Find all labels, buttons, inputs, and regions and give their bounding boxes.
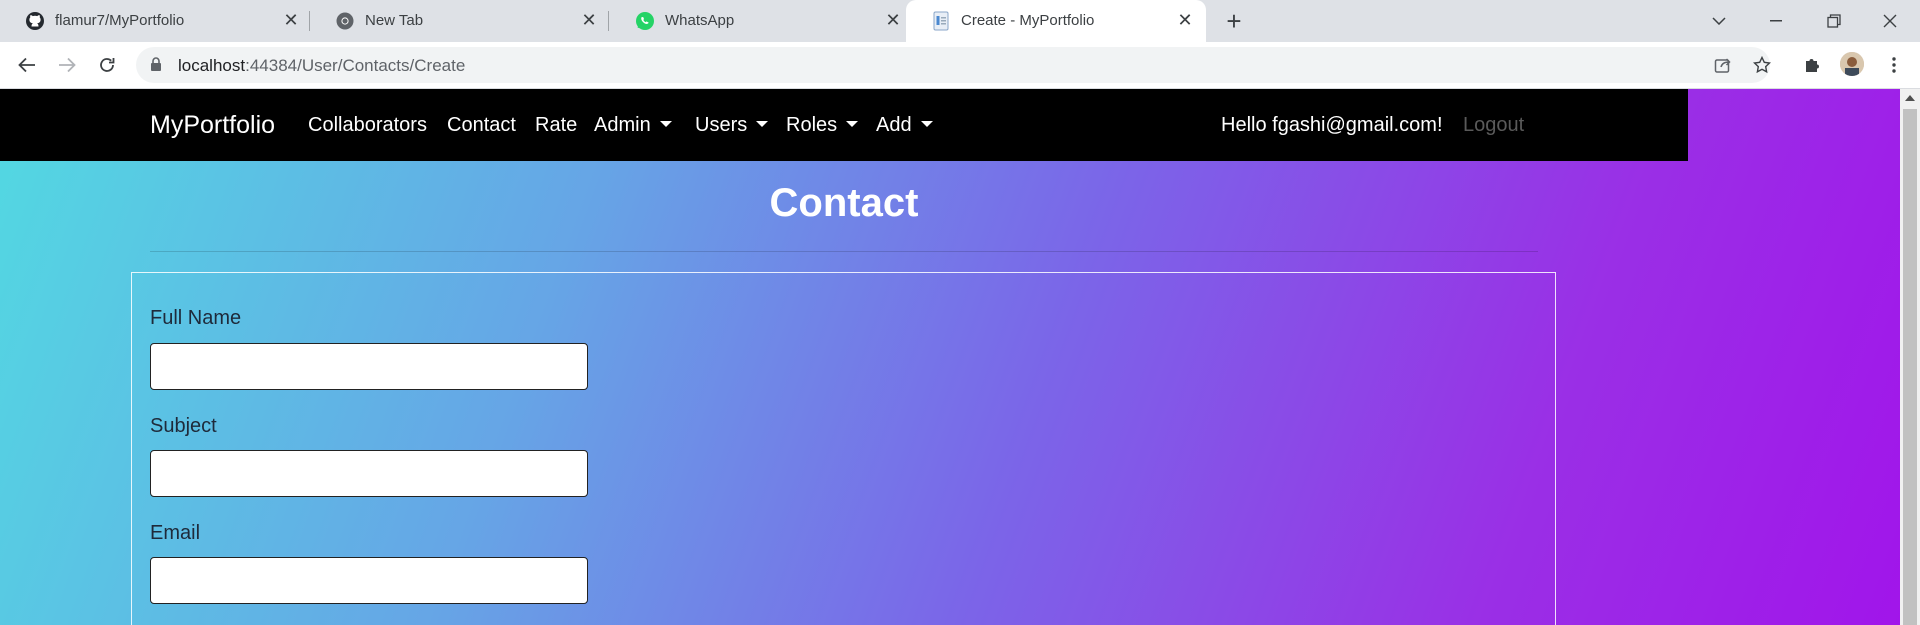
dropdown-label: Add: [876, 114, 912, 136]
full-name-label: Full Name: [150, 307, 242, 329]
nav-dropdown-add[interactable]: Add: [876, 114, 933, 137]
subject-label: Subject: [150, 415, 217, 437]
user-greeting[interactable]: Hello fgashi@gmail.com!: [1221, 114, 1443, 137]
browser-toolbar: localhost:44384/User/Contacts/Create: [0, 42, 1920, 89]
page-scrollbar[interactable]: [1900, 89, 1920, 625]
close-window-icon[interactable]: [1862, 0, 1918, 42]
menu-kebab-icon[interactable]: [1879, 50, 1909, 80]
nav-dropdown-roles[interactable]: Roles: [786, 114, 859, 137]
brand-link[interactable]: MyPortfolio: [150, 111, 275, 140]
back-arrow-icon[interactable]: [12, 50, 42, 80]
nav-dropdown-users[interactable]: Users: [695, 114, 769, 137]
address-bar[interactable]: localhost:44384/User/Contacts/Create: [136, 47, 1770, 83]
full-name-input[interactable]: [150, 343, 588, 390]
subject-input[interactable]: [150, 450, 588, 497]
profile-avatar[interactable]: [1840, 52, 1864, 76]
tab-title: WhatsApp: [665, 12, 735, 29]
caret-down-icon: [846, 121, 859, 127]
dropdown-label: Users: [695, 114, 748, 136]
bookmark-star-icon[interactable]: [1747, 50, 1777, 80]
caret-down-icon: [920, 121, 933, 127]
whatsapp-icon: [635, 11, 655, 31]
email-label: Email: [150, 522, 201, 544]
tab-create-myportfolio[interactable]: Create - MyPortfolio ✕: [906, 0, 1206, 42]
site-navbar: MyPortfolio Collaborators Contact Rate A…: [0, 89, 1688, 161]
tab-title: New Tab: [365, 12, 424, 29]
page-title: Contact: [769, 181, 919, 225]
restore-icon[interactable]: [1806, 0, 1862, 42]
new-tab-plus-icon[interactable]: +: [1220, 7, 1248, 35]
tab-title: Create - MyPortfolio: [961, 12, 1095, 29]
logout-button[interactable]: Logout: [1463, 114, 1524, 137]
reload-icon[interactable]: [92, 50, 122, 80]
tab-search-chevron-icon[interactable]: [1691, 0, 1747, 42]
dropdown-label: Admin: [594, 114, 651, 136]
close-tab-icon[interactable]: ✕: [882, 9, 904, 31]
dropdown-label: Roles: [786, 114, 838, 136]
tab-github[interactable]: flamur7/MyPortfolio ✕: [0, 0, 308, 42]
email-input[interactable]: [150, 557, 588, 604]
caret-down-icon: [659, 121, 672, 127]
share-icon[interactable]: [1708, 50, 1738, 80]
lock-icon[interactable]: [150, 57, 162, 77]
close-tab-icon[interactable]: ✕: [280, 9, 302, 31]
browser-tab-strip: flamur7/MyPortfolio ✕ New Tab ✕ WhatsApp…: [0, 0, 1920, 42]
page-icon: [931, 11, 951, 31]
chrome-icon: [335, 11, 355, 31]
caret-down-icon: [756, 121, 769, 127]
forward-arrow-icon[interactable]: [52, 50, 82, 80]
url-host: localhost: [178, 56, 246, 75]
tab-separator: [608, 11, 609, 31]
url-text[interactable]: localhost:44384/User/Contacts/Create: [178, 56, 465, 76]
url-path: :44384/User/Contacts/Create: [245, 56, 466, 75]
scrollbar-thumb[interactable]: [1903, 109, 1917, 625]
tab-whatsapp[interactable]: WhatsApp ✕: [610, 0, 906, 42]
tab-title: flamur7/MyPortfolio: [55, 12, 185, 29]
nav-link-rate[interactable]: Rate: [535, 114, 577, 137]
close-tab-icon[interactable]: ✕: [578, 9, 600, 31]
close-tab-icon[interactable]: ✕: [1174, 9, 1196, 31]
tab-new-tab[interactable]: New Tab ✕: [310, 0, 608, 42]
page-content: MyPortfolio Collaborators Contact Rate A…: [0, 89, 1900, 625]
minimize-icon[interactable]: [1748, 0, 1804, 42]
scroll-up-arrow-icon[interactable]: [1905, 95, 1915, 101]
nav-dropdown-admin[interactable]: Admin: [594, 114, 672, 137]
github-icon: [25, 11, 45, 31]
extensions-puzzle-icon[interactable]: [1797, 50, 1827, 80]
nav-link-collaborators[interactable]: Collaborators: [308, 114, 427, 137]
nav-link-contact[interactable]: Contact: [447, 114, 516, 137]
divider: [150, 251, 1538, 252]
